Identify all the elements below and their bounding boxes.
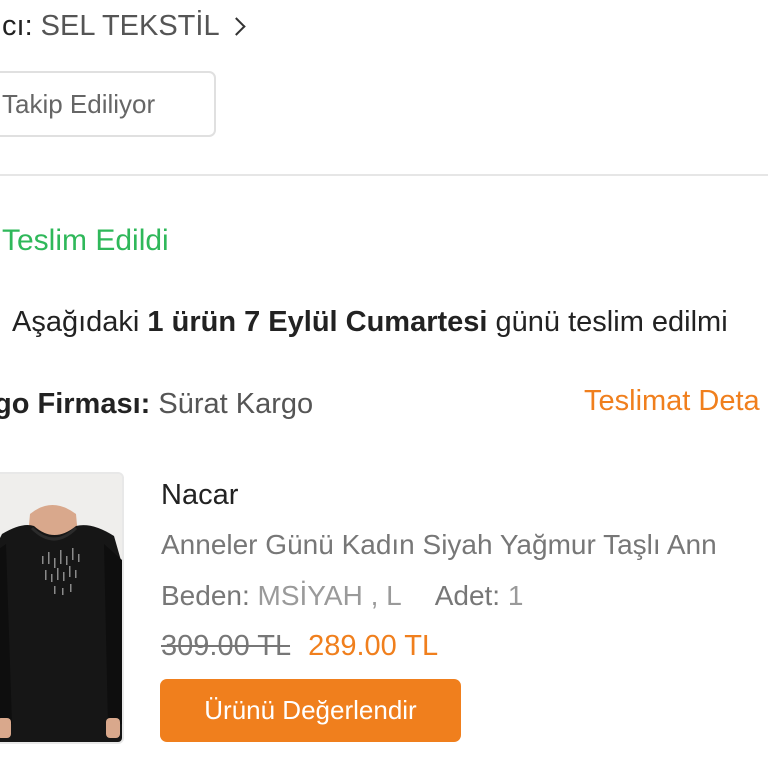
product-prices: 309.00 TL 289.00 TL bbox=[161, 630, 438, 663]
product-photo-black-blouse-icon bbox=[0, 474, 122, 742]
quantity-label: Adet: bbox=[434, 580, 501, 611]
product-title[interactable]: Anneler Günü Kadın Siyah Yağmur Taşlı An… bbox=[161, 529, 717, 561]
product-attributes: Beden: MSİYAH , L Adet: 1 bbox=[161, 580, 523, 612]
new-price: 289.00 TL bbox=[308, 630, 439, 662]
follow-button-label: Takip Ediliyor bbox=[2, 88, 156, 119]
cargo-value: Sürat Kargo bbox=[158, 388, 314, 420]
delivery-status: Teslim Edildi bbox=[2, 224, 169, 257]
delivery-message-prefix: Aşağıdaki bbox=[12, 306, 140, 338]
delivery-date: 7 Eylül Cumartesi bbox=[244, 306, 488, 338]
quantity-value: 1 bbox=[507, 580, 524, 611]
delivery-message: Aşağıdaki 1 ürün 7 Eylül Cumartesi günü … bbox=[12, 306, 728, 339]
product-image[interactable] bbox=[0, 472, 124, 744]
seller-label: ıcı: bbox=[0, 10, 33, 42]
follow-button[interactable]: Takip Ediliyor bbox=[0, 71, 216, 137]
size-label: Beden: bbox=[161, 580, 250, 611]
cargo-label: go Firması: bbox=[0, 388, 151, 420]
section-divider bbox=[0, 174, 768, 176]
product-brand[interactable]: Nacar bbox=[161, 479, 238, 512]
order-detail-page: ıcı: SEL TEKSTİL Takip Ediliyor Teslim E… bbox=[0, 0, 768, 768]
delivery-detail-link[interactable]: Teslimat Deta bbox=[584, 385, 760, 418]
cargo-company: go Firması: Sürat Kargo bbox=[0, 388, 313, 421]
delivery-item-count: 1 ürün bbox=[147, 306, 237, 338]
old-price: 309.00 TL bbox=[161, 630, 290, 662]
chevron-right-icon[interactable] bbox=[226, 17, 246, 36]
review-product-button[interactable]: Ürünü Değerlendir bbox=[160, 679, 461, 742]
seller-link[interactable]: ıcı: SEL TEKSTİL bbox=[0, 10, 246, 43]
delivery-message-suffix: günü teslim edilmi bbox=[495, 306, 728, 338]
size-value: MSİYAH , L bbox=[257, 580, 401, 611]
seller-name[interactable]: SEL TEKSTİL bbox=[41, 10, 220, 43]
